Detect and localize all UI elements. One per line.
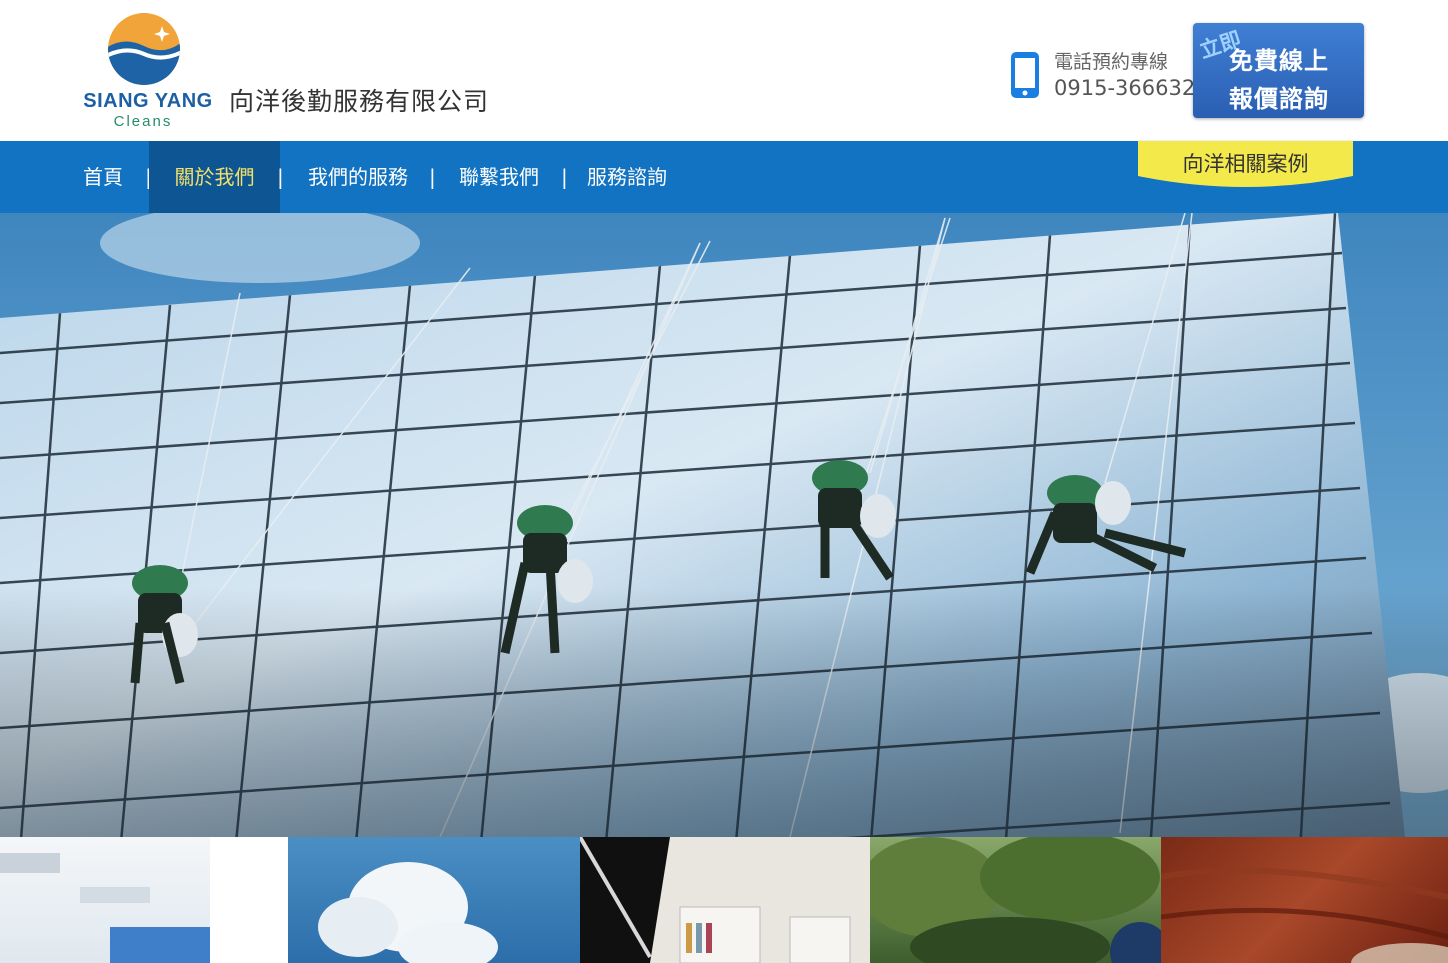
- mobile-phone-icon: [1011, 52, 1039, 98]
- company-name: 向洋後勤服務有限公司: [229, 87, 490, 116]
- window-cleaners-on-glass-facade-image: [0, 213, 1448, 837]
- hero-banner: [0, 213, 1448, 837]
- office-interior-thumbnail[interactable]: [0, 837, 288, 963]
- nav-item-services[interactable]: 我們的服務: [308, 141, 408, 213]
- wood-floor-thumbnail[interactable]: [1161, 837, 1448, 963]
- free-quote-button[interactable]: 立即 免費線上 報價諮詢: [1193, 23, 1364, 118]
- phone-number[interactable]: 0915-366632: [1054, 76, 1195, 100]
- phone-label: 電話預約專線: [1054, 51, 1169, 73]
- garden-trees-image: [870, 837, 1161, 963]
- sky-clouds-thumbnail[interactable]: [288, 837, 580, 963]
- sun-wave-logo-icon: [108, 13, 180, 85]
- garden-trees-thumbnail[interactable]: [870, 837, 1161, 963]
- nav-item-contact[interactable]: 聯繫我們: [459, 141, 539, 213]
- site-header: SIANG YANG Cleans 向洋後勤服務有限公司 電話預約專線 0915…: [0, 0, 1448, 141]
- nav-item-home[interactable]: 首頁: [83, 141, 123, 213]
- office-interior-image: [0, 837, 288, 963]
- quote-line-2: 報價諮詢: [1229, 85, 1329, 113]
- wood-floor-image: [1161, 867, 1448, 963]
- quote-line-1: 免費線上: [1229, 47, 1329, 75]
- sky-clouds-image: [318, 862, 498, 963]
- cases-tab-label: 向洋相關案例: [1182, 152, 1309, 176]
- bookshelf-room-image: [580, 837, 870, 963]
- nav-separator: |: [429, 165, 436, 189]
- cases-tab[interactable]: 向洋相關案例: [1138, 140, 1353, 190]
- phone-contact[interactable]: 電話預約專線 0915-366632: [1010, 46, 1195, 106]
- nav-separator: |: [277, 165, 284, 189]
- site-logo[interactable]: SIANG YANG Cleans: [68, 10, 228, 132]
- nav-item-about[interactable]: 關於我們: [149, 141, 280, 213]
- nav-separator: |: [561, 165, 568, 189]
- logo-subtitle: Cleans: [113, 113, 173, 130]
- logo-wordmark: SIANG YANG: [83, 90, 213, 112]
- nav-item-consult[interactable]: 服務諮詢: [587, 141, 667, 213]
- bookshelf-room-thumbnail[interactable]: [580, 837, 870, 963]
